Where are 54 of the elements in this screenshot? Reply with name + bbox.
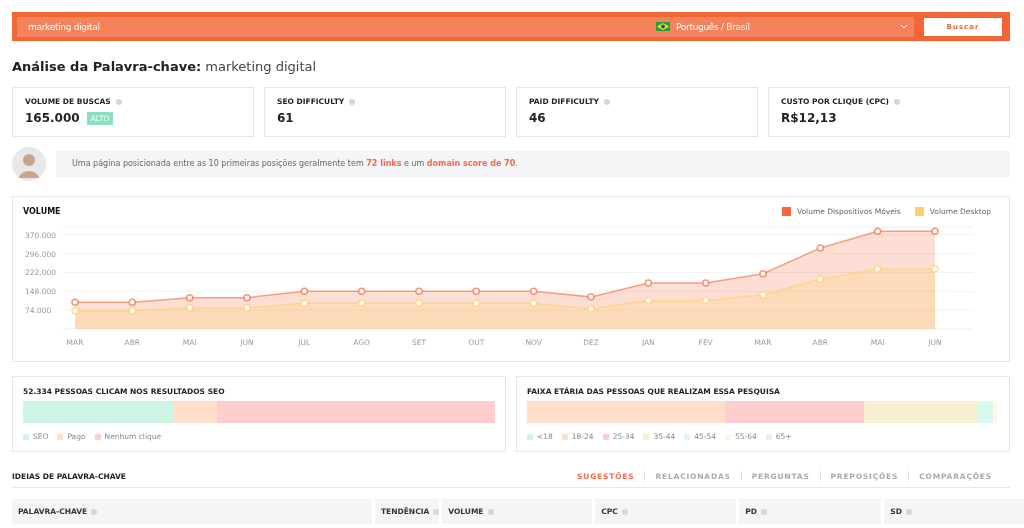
data-point (759, 291, 767, 299)
info-icon[interactable] (604, 98, 610, 105)
metric-value: 61 (277, 111, 294, 125)
chevron-down-icon (900, 24, 908, 29)
search-field[interactable]: marketing digital Português / Brasil (17, 16, 914, 37)
keyword-text: marketing digital (205, 59, 317, 74)
data-point (300, 299, 309, 307)
data-point (759, 269, 767, 278)
metric-value: R$12,13 (781, 111, 837, 125)
data-point (185, 304, 194, 312)
avatar-icon (12, 147, 46, 181)
data-point (529, 287, 538, 295)
metric-value: 46 (529, 111, 546, 125)
info-icon[interactable] (621, 508, 628, 515)
data-point (243, 304, 251, 312)
data-point (873, 227, 882, 236)
data-point (816, 275, 825, 283)
data-point (644, 296, 653, 305)
data-point (816, 244, 825, 252)
info-icon[interactable] (905, 508, 912, 515)
data-point (415, 299, 423, 307)
info-icon[interactable] (349, 98, 356, 105)
data-point (587, 305, 595, 313)
data-point (300, 287, 309, 295)
info-icon[interactable] (487, 508, 494, 515)
data-point (587, 293, 595, 301)
data-point (243, 293, 251, 302)
data-point (472, 287, 481, 295)
data-point (931, 227, 939, 236)
flag-icon (656, 22, 670, 31)
data-point (128, 306, 137, 315)
chart-title: VOLUME (23, 206, 61, 216)
info-icon[interactable] (115, 98, 122, 105)
data-point (472, 299, 481, 307)
language-select[interactable]: Português / Brasil (646, 16, 914, 37)
data-point (644, 279, 653, 287)
data-point (415, 287, 423, 295)
data-point (873, 265, 882, 273)
info-icon[interactable] (91, 508, 98, 515)
data-point (701, 296, 710, 305)
data-point (701, 279, 710, 287)
tip-text: Uma página posicionada entre as 10 primeiras posições geralmente tem 72 links e um domain score de 70. (56, 151, 1010, 177)
search-input[interactable]: marketing digital (17, 21, 646, 32)
page-heading: Análise da Palavra-chave: (12, 59, 202, 74)
metric-value: 165.000 (25, 111, 80, 125)
info-icon[interactable] (761, 508, 767, 515)
data-point (185, 293, 194, 302)
language-label: Português / Brasil (676, 21, 751, 32)
info-icon[interactable] (894, 98, 900, 105)
data-point (529, 299, 538, 307)
info-icon[interactable] (433, 508, 440, 515)
data-point (357, 287, 366, 295)
data-point (931, 265, 939, 273)
data-point (357, 299, 366, 307)
